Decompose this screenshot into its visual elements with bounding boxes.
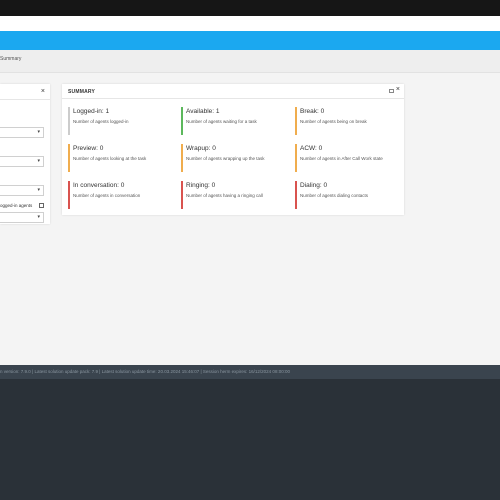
navigation-bar — [0, 31, 500, 50]
breadcrumb-current[interactable]: Summary — [0, 56, 21, 62]
summary-card-dialing: Dialing: 0 Number of agents dialing cont… — [295, 181, 400, 209]
filter-panel: × ▾ ▾ ▾ ogged-in agents ▾ — [0, 84, 50, 224]
card-label: Break: 0 — [300, 108, 325, 115]
filter-select-2[interactable]: ▾ — [0, 156, 44, 167]
card-description: Number of agents being on break — [300, 119, 367, 124]
header-spacer — [0, 16, 500, 31]
card-label: ACW: 0 — [300, 145, 323, 152]
card-label: Logged-in: 1 — [73, 108, 110, 115]
card-value: 0 — [120, 182, 125, 189]
panel-divider — [0, 99, 50, 100]
panel-divider — [62, 98, 404, 99]
chevron-down-icon: ▾ — [37, 158, 40, 164]
chevron-down-icon: ▾ — [37, 187, 40, 193]
card-description: Number of agents dialing contacts — [300, 193, 369, 198]
chevron-down-icon: ▾ — [37, 129, 40, 135]
status-bar: n version: 7.9.0 | Latest solution updat… — [0, 365, 500, 379]
card-value: 0 — [211, 182, 216, 189]
card-value: 1 — [105, 108, 110, 115]
status-text: n version: 7.9.0 | Latest solution updat… — [0, 369, 290, 374]
card-label: Preview: 0 — [73, 145, 104, 152]
card-value: 0 — [212, 145, 216, 152]
breadcrumb: Summary — [0, 50, 500, 73]
footer-area — [0, 379, 500, 500]
card-description: Number of agents in conversation — [73, 193, 141, 198]
card-label: Dialing: 0 — [300, 182, 328, 189]
card-label: Wrapup: 0 — [186, 145, 216, 152]
summary-card-break: Break: 0 Number of agents being on break — [295, 107, 400, 135]
filter-select-3[interactable]: ▾ — [0, 185, 44, 196]
card-description: Number of agents having a ringing call — [186, 193, 263, 198]
card-label: Ringing: 0 — [186, 182, 216, 189]
summary-card-ringing: Ringing: 0 Number of agents having a rin… — [181, 181, 286, 209]
minimize-icon[interactable] — [389, 89, 394, 93]
filter-select-4[interactable]: ▾ — [0, 212, 44, 223]
card-label: In conversation: 0 — [73, 182, 125, 189]
summary-card-in-conversation: In conversation: 0 Number of agents in c… — [68, 181, 173, 209]
top-header-bar — [0, 0, 500, 16]
card-value: 1 — [215, 108, 220, 115]
summary-card-preview: Preview: 0 Number of agents looking at t… — [68, 144, 173, 172]
summary-card-available: Available: 1 Number of agents waiting fo… — [181, 107, 286, 135]
card-description: Number of agents wrapping up the task — [186, 156, 265, 161]
card-value: 0 — [323, 182, 328, 189]
close-icon[interactable]: × — [396, 86, 400, 93]
card-label: Available: 1 — [186, 108, 220, 115]
close-icon[interactable]: × — [41, 88, 45, 95]
summary-card-acw: ACW: 0 Number of agents in After Call Wo… — [295, 144, 400, 172]
card-value: 0 — [320, 108, 325, 115]
card-description: Number of agents looking at the task — [73, 156, 147, 161]
main-content: × ▾ ▾ ▾ ogged-in agents ▾ SUMMARY × Logg… — [0, 73, 500, 365]
filter-select-1[interactable]: ▾ — [0, 127, 44, 138]
card-value: 0 — [99, 145, 104, 152]
summary-card-wrapup: Wrapup: 0 Number of agents wrapping up t… — [181, 144, 286, 172]
summary-card-logged-in: Logged-in: 1 Number of agents logged-in — [68, 107, 173, 135]
card-description: Number of agents logged-in — [73, 119, 129, 124]
summary-title: SUMMARY — [68, 89, 96, 95]
logged-in-agents-label: ogged-in agents — [0, 203, 33, 208]
summary-panel: SUMMARY × Logged-in: 1 Number of agents … — [62, 84, 404, 215]
logged-in-agents-checkbox[interactable] — [39, 203, 44, 208]
card-description: Number of agents waiting for a task — [186, 119, 257, 124]
card-description: Number of agents in After Call Work stat… — [300, 156, 383, 161]
chevron-down-icon: ▾ — [37, 214, 40, 220]
card-value: 0 — [318, 145, 323, 152]
